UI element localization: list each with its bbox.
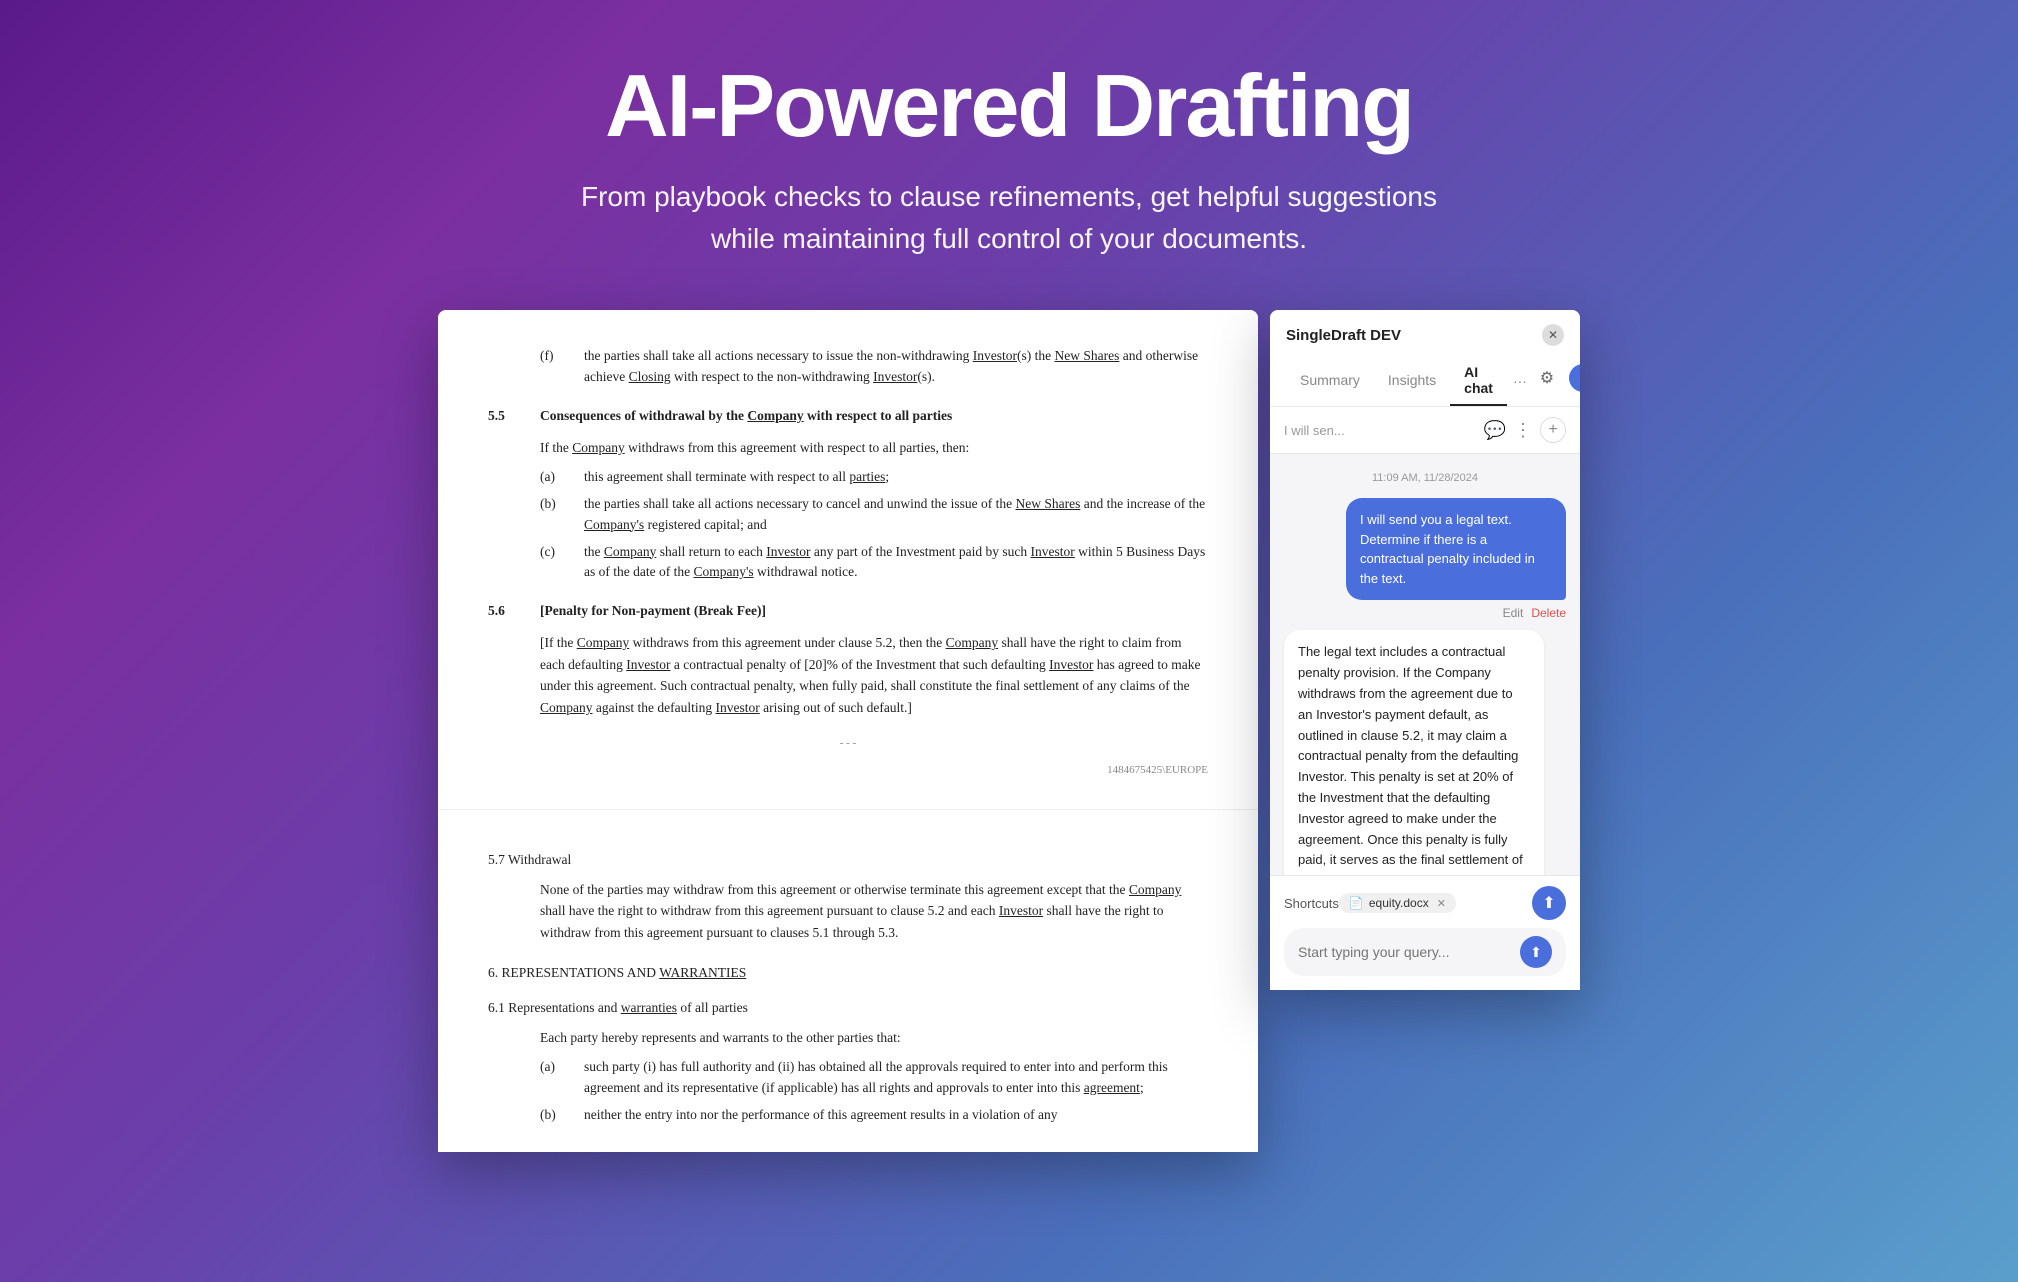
file-icon: 📄: [1349, 896, 1364, 910]
send-button[interactable]: ⬆: [1532, 886, 1566, 920]
main-subtitle: From playbook checks to clause refinemen…: [559, 176, 1459, 260]
chat-header-icons: ⚙ i: [1533, 364, 1580, 398]
section-5-6-text: [If the Company withdraws from this agre…: [540, 632, 1208, 718]
delete-message-button[interactable]: Delete: [1531, 606, 1566, 620]
shortcuts-label: Shortcuts: [1284, 896, 1339, 911]
doc-5-5-b: (b) the parties shall take all actions n…: [540, 494, 1208, 536]
settings-icon-btn[interactable]: ⚙: [1533, 364, 1561, 392]
chat-timestamp: 11:09 AM, 11/28/2024: [1284, 472, 1566, 484]
doc-5-5-c: (c) the Company shall return to each Inv…: [540, 542, 1208, 584]
page-ref-1: 1484675425\EUROPE: [488, 760, 1208, 789]
section-5-6-header: 5.6 [Penalty for Non-payment (Break Fee)…: [488, 601, 1208, 622]
doc-6-1-b: (b) neither the entry into nor the perfo…: [540, 1105, 1208, 1126]
shortcuts-row: Shortcuts 📄 equity.docx ✕ ⬆: [1284, 886, 1566, 920]
section-5-6-num: 5.6: [488, 601, 520, 622]
doc-item-f: (f) the parties shall take all actions n…: [540, 346, 1208, 388]
tab-insights[interactable]: Insights: [1374, 364, 1450, 398]
file-tag[interactable]: 📄 equity.docx ✕: [1339, 893, 1456, 913]
new-shares-link: New Shares: [1055, 348, 1120, 363]
section-5-7-header: 5.7 Withdrawal: [488, 850, 1208, 871]
document-panel: (f) the parties shall take all actions n…: [438, 310, 1258, 1151]
section-5-6-title: [Penalty for Non-payment (Break Fee)]: [540, 601, 766, 622]
section-5-5-intro: If the Company withdraws from this agree…: [540, 437, 1208, 459]
section-6-header: 6. REPRESENTATIONS AND WARRANTIES: [488, 963, 1208, 984]
chat-emoji-icon: 💬: [1484, 420, 1506, 441]
section-5-7-num: 5.7: [488, 852, 505, 867]
content-area: (f) the parties shall take all actions n…: [0, 310, 2018, 1151]
investor-link-1: Investor: [973, 348, 1017, 363]
doc-5-5-a: (a) this agreement shall terminate with …: [540, 467, 1208, 488]
chat-footer: Shortcuts 📄 equity.docx ✕ ⬆ ⬆: [1270, 875, 1580, 990]
page-number-1: - - -: [488, 727, 1208, 760]
closing-link: Closing: [629, 369, 671, 384]
section-6-title: REPRESENTATIONS AND WARRANTIES: [502, 965, 747, 980]
section-5-5-num: 5.5: [488, 406, 520, 427]
edit-message-button[interactable]: Edit: [1503, 606, 1524, 620]
chat-text-input[interactable]: [1298, 944, 1512, 960]
user-message-bubble: I will send you a legal text. Determine …: [1346, 498, 1566, 600]
tab-ai-chat[interactable]: AI chat: [1450, 356, 1507, 406]
file-tag-close[interactable]: ✕: [1437, 897, 1446, 910]
document-page-1: (f) the parties shall take all actions n…: [438, 310, 1258, 809]
page-header: AI-Powered Drafting From playbook checks…: [0, 0, 2018, 310]
tab-summary[interactable]: Summary: [1286, 364, 1374, 398]
chat-message-actions: Edit Delete: [1503, 606, 1566, 620]
chat-add-button[interactable]: +: [1540, 417, 1566, 443]
chat-panel: SingleDraft DEV ✕ Summary Insights AI ch…: [1270, 310, 1580, 990]
section-6-1-title: Representations and warranties of all pa…: [508, 1000, 748, 1015]
chat-app-name: SingleDraft DEV: [1286, 327, 1401, 344]
main-heading: AI-Powered Drafting: [20, 60, 1998, 152]
chat-submit-button[interactable]: ⬆: [1520, 936, 1552, 968]
file-tag-name: equity.docx: [1369, 896, 1429, 910]
section-6-1-header: 6.1 Representations and warranties of al…: [488, 998, 1208, 1019]
section-6-1-text: Each party hereby represents and warrant…: [540, 1027, 1208, 1049]
ai-response-bubble: The legal text includes a contractual pe…: [1284, 630, 1544, 875]
chat-search-dots[interactable]: ⋮: [1514, 420, 1532, 441]
chat-input-row: ⬆: [1284, 928, 1566, 976]
doc-6-1-a: (a) such party (i) has full authority an…: [540, 1057, 1208, 1099]
info-icon-btn[interactable]: i: [1569, 364, 1580, 392]
chat-title-row: SingleDraft DEV ✕: [1286, 324, 1564, 346]
chat-tabs: Summary Insights AI chat ··· ⚙ i: [1286, 356, 1564, 406]
chat-search-preview[interactable]: I will sen...: [1284, 423, 1476, 438]
section-5-5-title: Consequences of withdrawal by the Compan…: [540, 406, 952, 427]
chat-body: 11:09 AM, 11/28/2024 I will send you a l…: [1270, 454, 1580, 875]
document-page-2: 5.7 Withdrawal None of the parties may w…: [438, 810, 1258, 1152]
section-5-7-title: Withdrawal: [508, 852, 571, 867]
chat-search-bar: I will sen... 💬 ⋮ +: [1270, 407, 1580, 454]
section-6-num: 6.: [488, 965, 498, 980]
chat-header: SingleDraft DEV ✕ Summary Insights AI ch…: [1270, 310, 1580, 407]
tab-more-dots[interactable]: ···: [1507, 365, 1533, 397]
section-5-5-header: 5.5 Consequences of withdrawal by the Co…: [488, 406, 1208, 427]
chat-close-button[interactable]: ✕: [1542, 324, 1564, 346]
section-5-7-text: None of the parties may withdraw from th…: [540, 879, 1208, 944]
investor-link-2: Investor: [873, 369, 917, 384]
section-6-1-num: 6.1: [488, 1000, 505, 1015]
